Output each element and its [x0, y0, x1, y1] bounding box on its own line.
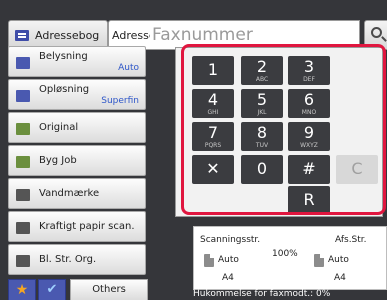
key-letters: MNO	[301, 109, 317, 116]
key-letters: JKL	[257, 109, 267, 116]
resolution-icon	[16, 90, 30, 102]
check-icon: ✔	[46, 282, 58, 297]
key-digit: 6	[303, 90, 315, 109]
clear-key[interactable]: C	[336, 155, 378, 184]
key-letters: ABC	[255, 76, 269, 83]
original-icon	[16, 123, 30, 135]
key-digit: 7	[207, 123, 219, 142]
address-book-label: Adressebog	[35, 28, 100, 42]
scan-mode-value: Auto	[218, 255, 239, 265]
key-digit: 5	[256, 90, 268, 109]
scan-paper-size: A4	[222, 273, 234, 283]
send-size-label: Afs.Str.	[335, 235, 367, 245]
key-4[interactable]: 4 GHI	[192, 89, 234, 118]
key-letters: GHI	[207, 109, 219, 116]
key-2[interactable]: 2 ABC	[241, 56, 283, 85]
menu-item-job-build[interactable]: Byg Job	[8, 145, 146, 176]
confirm-button[interactable]: ✔	[38, 279, 66, 300]
send-paper-icon	[314, 254, 324, 267]
fax-memory-status: Hukommelse for faxmodt.: 0%	[193, 289, 331, 299]
menu-item-label: Belysning	[39, 51, 88, 62]
clear-key-label: C	[351, 159, 363, 178]
key-letters: PQRS	[204, 142, 222, 149]
key-digit: 4	[207, 90, 219, 109]
key-6[interactable]: 6 MNO	[288, 89, 330, 118]
send-mode-value: Auto	[328, 255, 349, 265]
scan-paper-icon	[204, 254, 214, 267]
key-redial[interactable]: R	[288, 186, 330, 215]
others-button[interactable]: Others	[70, 279, 148, 300]
exposure-icon	[16, 57, 30, 69]
menu-item-original[interactable]: Original	[8, 112, 146, 143]
key-letters: WXYZ	[300, 142, 318, 149]
key-digit: 2	[256, 57, 268, 76]
key-7[interactable]: 7 PQRS	[192, 122, 234, 151]
scan-info-panel: Scanningsstr. Afs.Str. Auto 100% Auto A4…	[193, 226, 387, 290]
mixed-size-icon	[16, 255, 30, 267]
menu-item-label: Original	[39, 122, 79, 133]
thick-paper-icon	[16, 222, 30, 234]
key-star[interactable]: ✕	[192, 155, 234, 184]
key-letters: TUV	[255, 142, 269, 149]
menu-item-watermark[interactable]: Vandmærke	[8, 178, 146, 209]
job-build-icon	[16, 156, 30, 168]
menu-item-value: Superfin	[101, 96, 139, 106]
key-digit: 8	[256, 123, 268, 142]
key-1[interactable]: 1	[192, 56, 234, 85]
menu-item-label: Bl. Str. Org.	[39, 254, 97, 265]
key-digit: #	[302, 159, 316, 178]
key-3[interactable]: 3 DEF	[288, 56, 330, 85]
fax-screen: Adressebog Adresse Faxnummer Belysning A…	[0, 0, 387, 300]
key-9[interactable]: 9 WXYZ	[288, 122, 330, 151]
key-digit: 9	[303, 123, 315, 142]
menu-item-thick-paper-scan[interactable]: Kraftigt papir scan.	[8, 211, 146, 242]
key-5[interactable]: 5 JKL	[241, 89, 283, 118]
menu-item-label: Byg Job	[39, 155, 77, 166]
key-digit: 1	[207, 60, 219, 79]
menu-item-label: Kraftigt papir scan.	[39, 221, 135, 232]
key-digit: ✕	[206, 159, 220, 178]
star-icon: ★	[15, 282, 29, 298]
menu-item-label: Opløsning	[39, 84, 90, 95]
send-paper-size: A4	[334, 273, 346, 283]
key-digit: 0	[256, 159, 268, 178]
scan-size-label: Scanningsstr.	[200, 235, 261, 245]
key-hash[interactable]: #	[288, 155, 330, 184]
menu-item-resolution[interactable]: Opløsning Superfin	[8, 79, 146, 110]
search-icon	[371, 27, 382, 38]
key-letters: DEF	[303, 76, 315, 83]
menu-item-mixed-size-original[interactable]: Bl. Str. Org.	[8, 244, 146, 275]
key-digit: 3	[303, 57, 315, 76]
fax-number-input[interactable]: Faxnummer	[150, 20, 360, 50]
ratio-value: 100%	[272, 249, 298, 259]
menu-item-value: Auto	[118, 63, 139, 73]
address-book-icon	[15, 29, 29, 41]
favorites-button[interactable]: ★	[8, 279, 36, 300]
menu-item-label: Vandmærke	[39, 188, 100, 199]
key-digit: R	[303, 190, 315, 209]
watermark-icon	[16, 189, 30, 201]
key-8[interactable]: 8 TUV	[241, 122, 283, 151]
menu-item-exposure[interactable]: Belysning Auto	[8, 46, 146, 77]
search-button[interactable]	[364, 20, 387, 50]
key-0[interactable]: 0	[241, 155, 283, 184]
